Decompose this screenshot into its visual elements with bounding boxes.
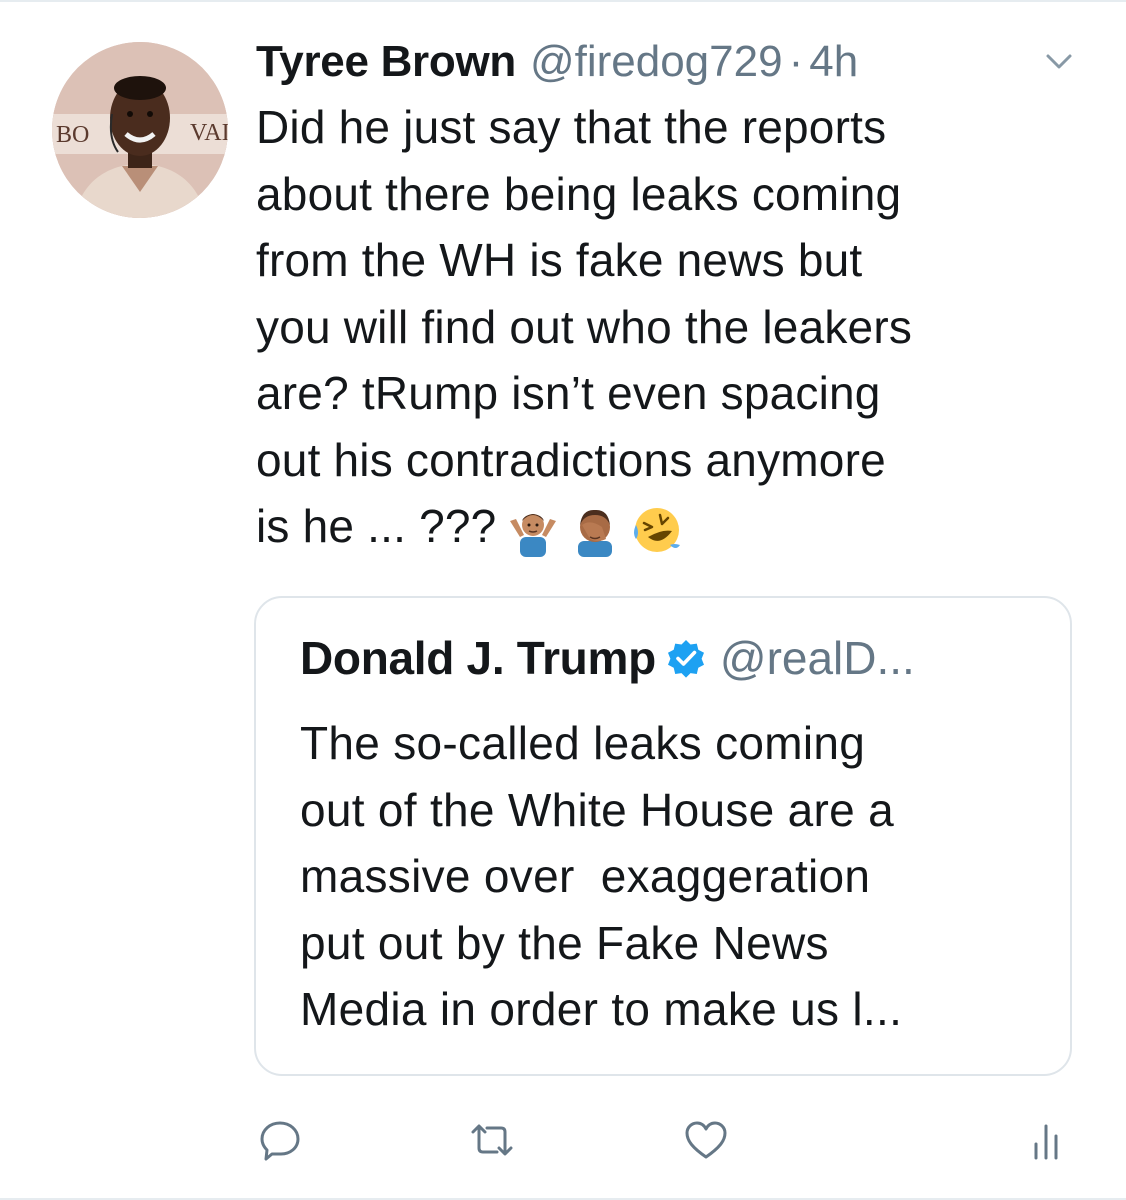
separator-dot: · bbox=[788, 37, 804, 86]
person-shrugging-icon bbox=[510, 513, 557, 557]
quoted-text-line: Media in order to make us l... bbox=[300, 983, 903, 1035]
quoted-tweet-header: Donald J. Trump @realD... bbox=[300, 628, 915, 688]
svg-text:VAI: VAI bbox=[190, 120, 228, 146]
timestamp[interactable]: 4h bbox=[809, 34, 858, 90]
retweet-icon[interactable] bbox=[464, 1112, 520, 1168]
tweet-text-line: is he ... ??? bbox=[256, 500, 497, 552]
quoted-text-line: put out by the Fake News bbox=[300, 916, 829, 969]
avatar[interactable]: BO VAI bbox=[52, 42, 228, 218]
tweet-header: Tyree Brown @firedog729 · 4h bbox=[256, 34, 858, 90]
reply-icon[interactable] bbox=[252, 1112, 308, 1168]
tweet-text-line: are? tRump isn’t even spacing bbox=[256, 367, 881, 419]
emoji-group bbox=[506, 503, 684, 557]
quoted-tweet-card[interactable]: Donald J. Trump @realD... The so-called … bbox=[254, 596, 1072, 1076]
tweet[interactable]: BO VAI Tyree Brown @firedog729 · 4h Did … bbox=[0, 0, 1126, 1200]
tweet-text: Did he just say that the reports about t… bbox=[256, 94, 1086, 560]
verified-badge-icon bbox=[667, 640, 704, 678]
tweet-text-line: Did he just say that the reports bbox=[256, 101, 887, 153]
rolling-on-floor-laughing-icon bbox=[634, 507, 681, 552]
quoted-text-line: out of the White House are a bbox=[300, 783, 894, 836]
quoted-text-line: massive over exaggeration bbox=[300, 850, 871, 902]
svg-text:BO: BO bbox=[56, 122, 89, 148]
chevron-down-icon[interactable] bbox=[1044, 52, 1074, 72]
display-name[interactable]: Tyree Brown bbox=[256, 34, 516, 90]
tweet-text-line: you will find out who the leakers bbox=[256, 300, 913, 353]
tweet-text-line: from the WH is fake news but bbox=[256, 234, 863, 286]
quoted-handle: @realD... bbox=[719, 632, 915, 684]
person-facepalming-icon bbox=[578, 509, 613, 557]
tweet-text-line: about there being leaks coming bbox=[256, 167, 902, 220]
handle[interactable]: @firedog729 bbox=[530, 34, 783, 90]
action-bar bbox=[0, 1112, 1126, 1172]
quoted-text-line: The so-called leaks coming bbox=[300, 717, 866, 769]
like-icon[interactable] bbox=[678, 1112, 734, 1168]
tweet-text-line: out his contradictions anymore bbox=[256, 433, 886, 486]
avatar-photo: BO VAI bbox=[52, 42, 228, 218]
tweet-text-line-last: is he ... ??? bbox=[256, 493, 1086, 560]
quoted-tweet-text: The so-called leaks coming out of the Wh… bbox=[300, 710, 1040, 1043]
analytics-icon[interactable] bbox=[1018, 1112, 1074, 1168]
quoted-display-name: Donald J. Trump bbox=[300, 632, 656, 684]
